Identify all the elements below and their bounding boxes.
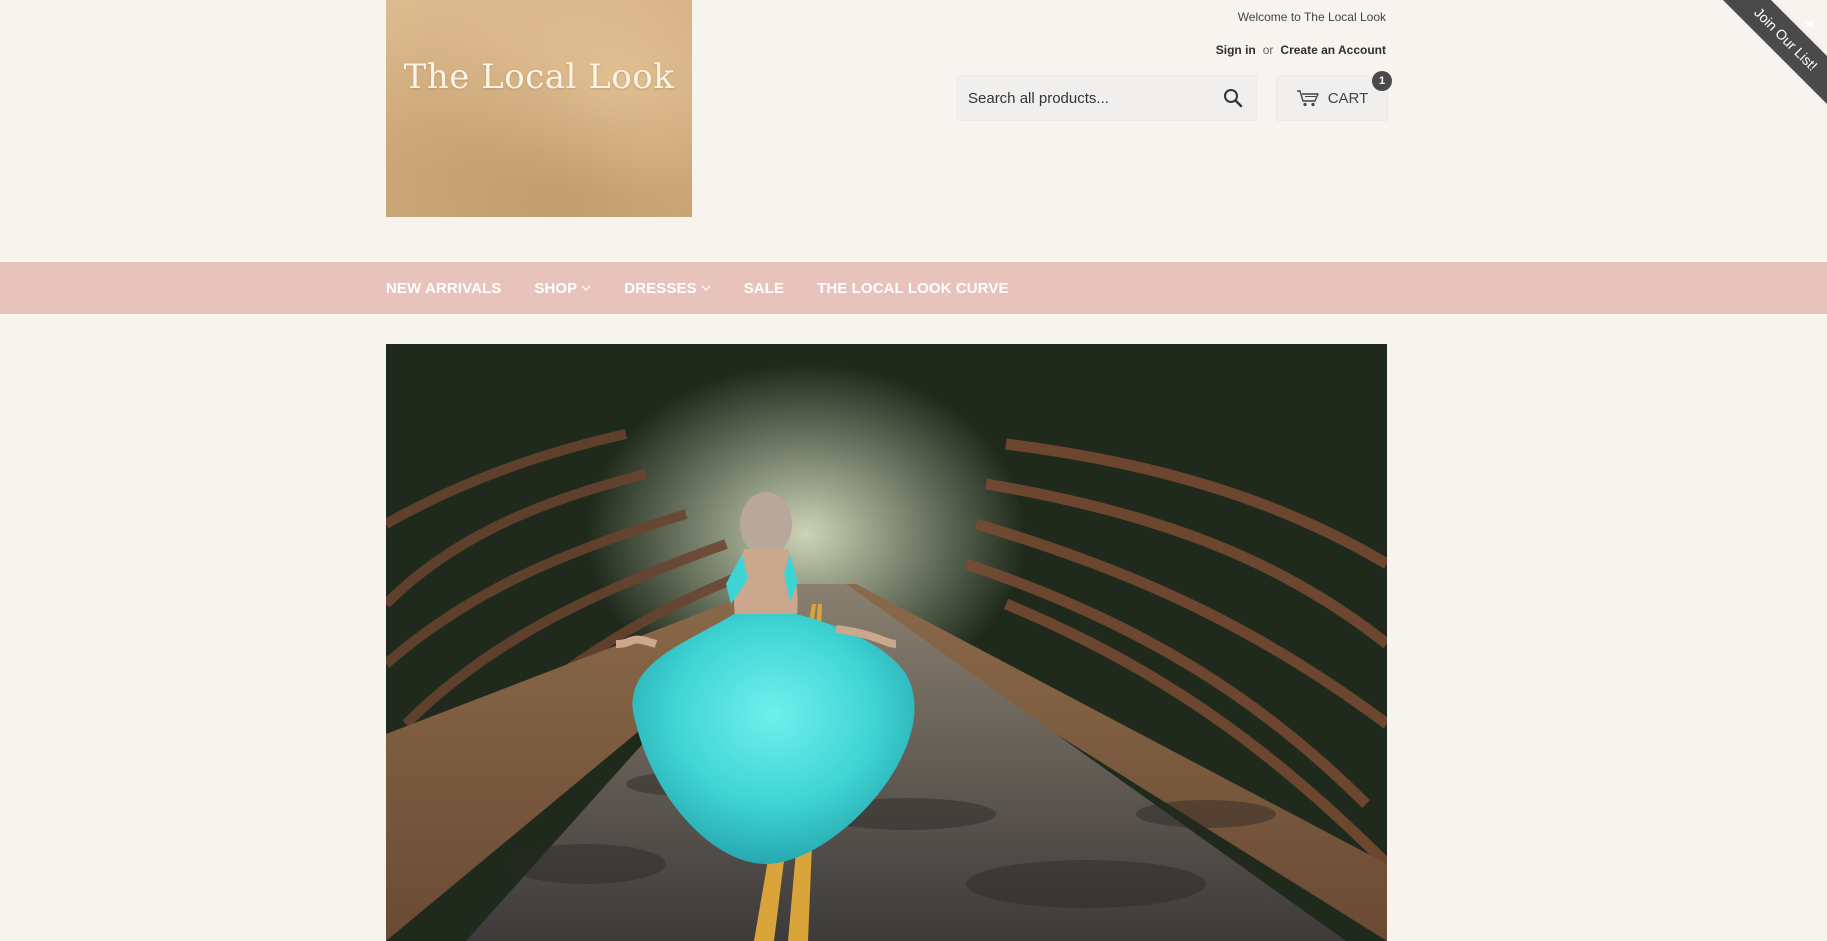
cart-count-badge: 1 xyxy=(1372,71,1392,91)
account-links: Sign in or Create an Account xyxy=(1216,43,1386,57)
nav-item-new-arrivals[interactable]: NEW ARRIVALS xyxy=(386,280,501,297)
chevron-down-icon xyxy=(701,285,711,291)
nav-item-label: NEW ARRIVALS xyxy=(386,279,502,297)
search-icon xyxy=(1224,89,1243,108)
sign-in-link[interactable]: Sign in xyxy=(1216,43,1256,57)
nav-item-label: THE LOCAL LOOK CURVE xyxy=(817,279,1009,297)
search-bar xyxy=(957,75,1257,121)
logo-text: The Local Look xyxy=(403,56,675,97)
or-separator: or xyxy=(1262,43,1274,57)
hero-image[interactable] xyxy=(386,344,1387,941)
site-logo[interactable]: The Local Look xyxy=(386,0,692,217)
join-list-ribbon-wrap: Join Our List! xyxy=(1717,0,1827,110)
nav-item-label: SALE xyxy=(743,279,785,297)
main-nav: NEW ARRIVALS SHOP DRESSES SALE THE LOCAL… xyxy=(0,262,1827,314)
hero-illustration xyxy=(386,344,1387,941)
cart-label: CART xyxy=(1327,89,1369,107)
join-list-label: Join Our List! xyxy=(1751,4,1821,74)
create-account-link[interactable]: Create an Account xyxy=(1280,43,1386,57)
welcome-message: Welcome to The Local Look xyxy=(1237,10,1386,24)
chevron-down-icon xyxy=(581,285,591,291)
site-header: The Local Look Welcome to The Local Look… xyxy=(0,0,1827,262)
cart-icon xyxy=(1296,90,1319,107)
nav-item-sale[interactable]: SALE xyxy=(744,280,784,297)
nav-item-label: DRESSES xyxy=(624,279,697,297)
search-button[interactable] xyxy=(1220,85,1246,111)
nav-item-curve[interactable]: THE LOCAL LOOK CURVE xyxy=(817,280,1008,297)
join-list-ribbon[interactable]: Join Our List! xyxy=(1717,0,1827,110)
nav-item-dresses[interactable]: DRESSES xyxy=(624,279,711,297)
nav-item-label: SHOP xyxy=(534,279,578,297)
ribbon-arrow-icon xyxy=(1805,17,1817,29)
search-input[interactable] xyxy=(968,76,1220,120)
nav-item-shop[interactable]: SHOP xyxy=(534,280,591,297)
